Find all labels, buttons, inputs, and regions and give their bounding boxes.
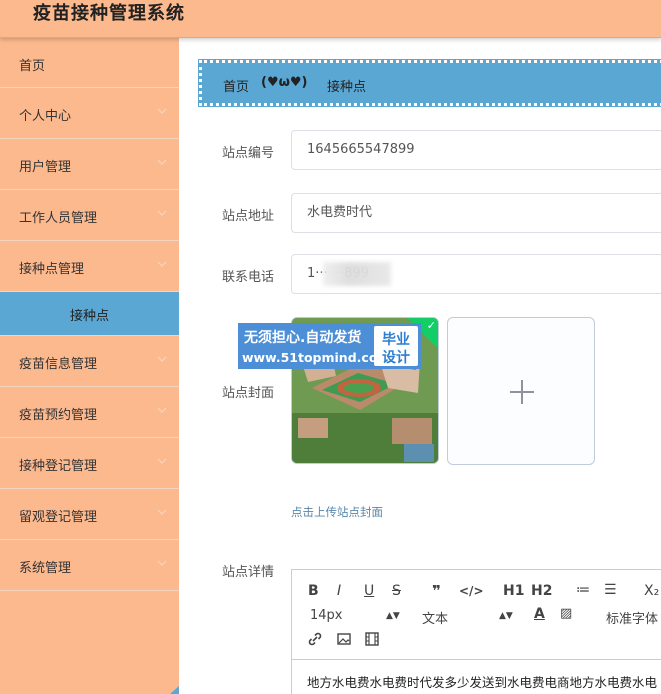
font-size-caret-icon: ▲▼ (386, 611, 400, 621)
rich-text-editor: B I U S ❞ </> H1 H2 ≔ ☰ X₂ 14px ▲▼ 文本 ▲▼… (291, 569, 661, 694)
chevron-down-icon (157, 210, 167, 216)
font-color-icon[interactable]: A (534, 606, 545, 622)
heading2-button[interactable]: H2 (531, 583, 552, 599)
station-addr-input[interactable]: 水电费时代 (291, 193, 661, 233)
cover-upload-button[interactable] (447, 317, 595, 465)
sidebar-item-user-mgmt[interactable]: 用户管理 (0, 139, 179, 190)
phone-blur-mask (323, 262, 391, 286)
text-style-select[interactable]: 文本 (422, 608, 448, 627)
chevron-down-icon (157, 356, 167, 362)
sidebar-item-vaccine-info[interactable]: 疫苗信息管理 (0, 336, 179, 387)
sidebar-item-observation-register[interactable]: 留观登记管理 (0, 489, 179, 540)
ordered-list-button[interactable]: ≔ (576, 582, 590, 598)
sidebar-item-vaccine-booking[interactable]: 疫苗预约管理 (0, 387, 179, 438)
bold-button[interactable]: B (308, 583, 319, 599)
sidebar-item-label: 疫苗信息管理 (19, 357, 98, 372)
text-style-caret-icon: ▲▼ (499, 611, 513, 621)
cover-upload-hint: 点击上传站点封面 (291, 505, 383, 519)
station-no-label: 站点编号 (222, 146, 275, 161)
chevron-down-icon (157, 509, 167, 515)
chevron-up-icon (157, 261, 167, 267)
sidebar-item-station-mgmt[interactable]: 接种点管理 (0, 241, 179, 292)
chevron-down-icon (157, 108, 167, 114)
image-icon[interactable] (337, 632, 351, 646)
sidebar-item-personal-center[interactable]: 个人中心 (0, 88, 179, 139)
breadcrumb: 首页 (♥ω♥) 接种点 (198, 59, 661, 107)
chevron-down-icon (157, 458, 167, 464)
app-title: 疫苗接种管理系统 (33, 3, 185, 24)
underline-button[interactable]: U (364, 583, 374, 599)
font-family-select[interactable]: 标准字体 (606, 608, 658, 627)
link-icon[interactable] (308, 632, 322, 646)
details-label: 站点详情 (222, 565, 275, 580)
sidebar-item-label: 首页 (19, 59, 46, 74)
strike-button[interactable]: S (392, 583, 401, 599)
code-block-button[interactable]: </> (459, 584, 484, 598)
sidebar-item-label: 疫苗预约管理 (19, 408, 98, 423)
chevron-down-icon (157, 159, 167, 165)
sidebar: 首页 个人中心 用户管理 工作人员管理 接种点管理 接种点 疫苗信息管理 疫苗预… (0, 38, 179, 694)
sidebar-item-label: 留观登记管理 (19, 510, 98, 525)
phone-label: 联系电话 (222, 270, 275, 285)
video-icon[interactable] (365, 632, 379, 646)
sidebar-item-home[interactable]: 首页 (0, 38, 179, 88)
breadcrumb-separator: (♥ω♥) (261, 75, 308, 90)
sidebar-corner-decoration (170, 686, 179, 694)
watermark-url: www.51topmind.com (242, 350, 391, 365)
watermark-badge: 毕业 设计 (374, 326, 418, 366)
sidebar-item-label: 工作人员管理 (19, 211, 98, 226)
background-color-icon[interactable]: ▨ (560, 606, 572, 621)
cover-label: 站点封面 (222, 386, 275, 401)
sidebar-item-staff-mgmt[interactable]: 工作人员管理 (0, 190, 179, 241)
sidebar-item-label: 个人中心 (19, 109, 72, 124)
subscript-button[interactable]: X₂ (644, 583, 659, 599)
blockquote-button[interactable]: ❞ (432, 582, 441, 600)
heading1-button[interactable]: H1 (503, 583, 524, 599)
station-no-input[interactable]: 1645665547899 (291, 130, 661, 170)
plus-icon-vertical (521, 380, 523, 404)
sidebar-item-label: 接种登记管理 (19, 459, 98, 474)
italic-button[interactable]: I (337, 583, 341, 599)
breadcrumb-home[interactable]: 首页 (223, 76, 249, 95)
top-bar: 疫苗接种管理系统 (0, 0, 661, 38)
breadcrumb-current: 接种点 (327, 80, 367, 95)
chevron-down-icon (157, 560, 167, 566)
sidebar-item-system-mgmt[interactable]: 系统管理 (0, 540, 179, 591)
editor-content[interactable]: 地方水电费水电费时代发多少发送到水电费电商地方水电费水电 (307, 672, 657, 691)
font-size-select[interactable]: 14px (310, 608, 343, 623)
sidebar-subitem-station[interactable]: 接种点 (0, 292, 179, 336)
sidebar-item-vaccination-register[interactable]: 接种登记管理 (0, 438, 179, 489)
editor-toolbar: B I U S ❞ </> H1 H2 ≔ ☰ X₂ 14px ▲▼ 文本 ▲▼… (292, 570, 661, 660)
chevron-down-icon (157, 407, 167, 413)
station-addr-label: 站点地址 (222, 209, 275, 224)
sidebar-subitem-label: 接种点 (69, 309, 109, 324)
sidebar-item-label: 用户管理 (19, 160, 72, 175)
watermark-badge-line1: 毕业 (382, 332, 410, 348)
bullet-list-button[interactable]: ☰ (604, 582, 617, 598)
watermark-banner: 无须担心.自动发货 www.51topmind.com 毕业 设计 (238, 323, 421, 369)
sidebar-item-label: 接种点管理 (19, 262, 85, 277)
check-icon: ✓ (426, 319, 436, 332)
watermark-badge-line2: 设计 (382, 350, 410, 366)
watermark-slogan: 无须担心.自动发货 (244, 330, 362, 346)
sidebar-item-label: 系统管理 (19, 561, 72, 576)
